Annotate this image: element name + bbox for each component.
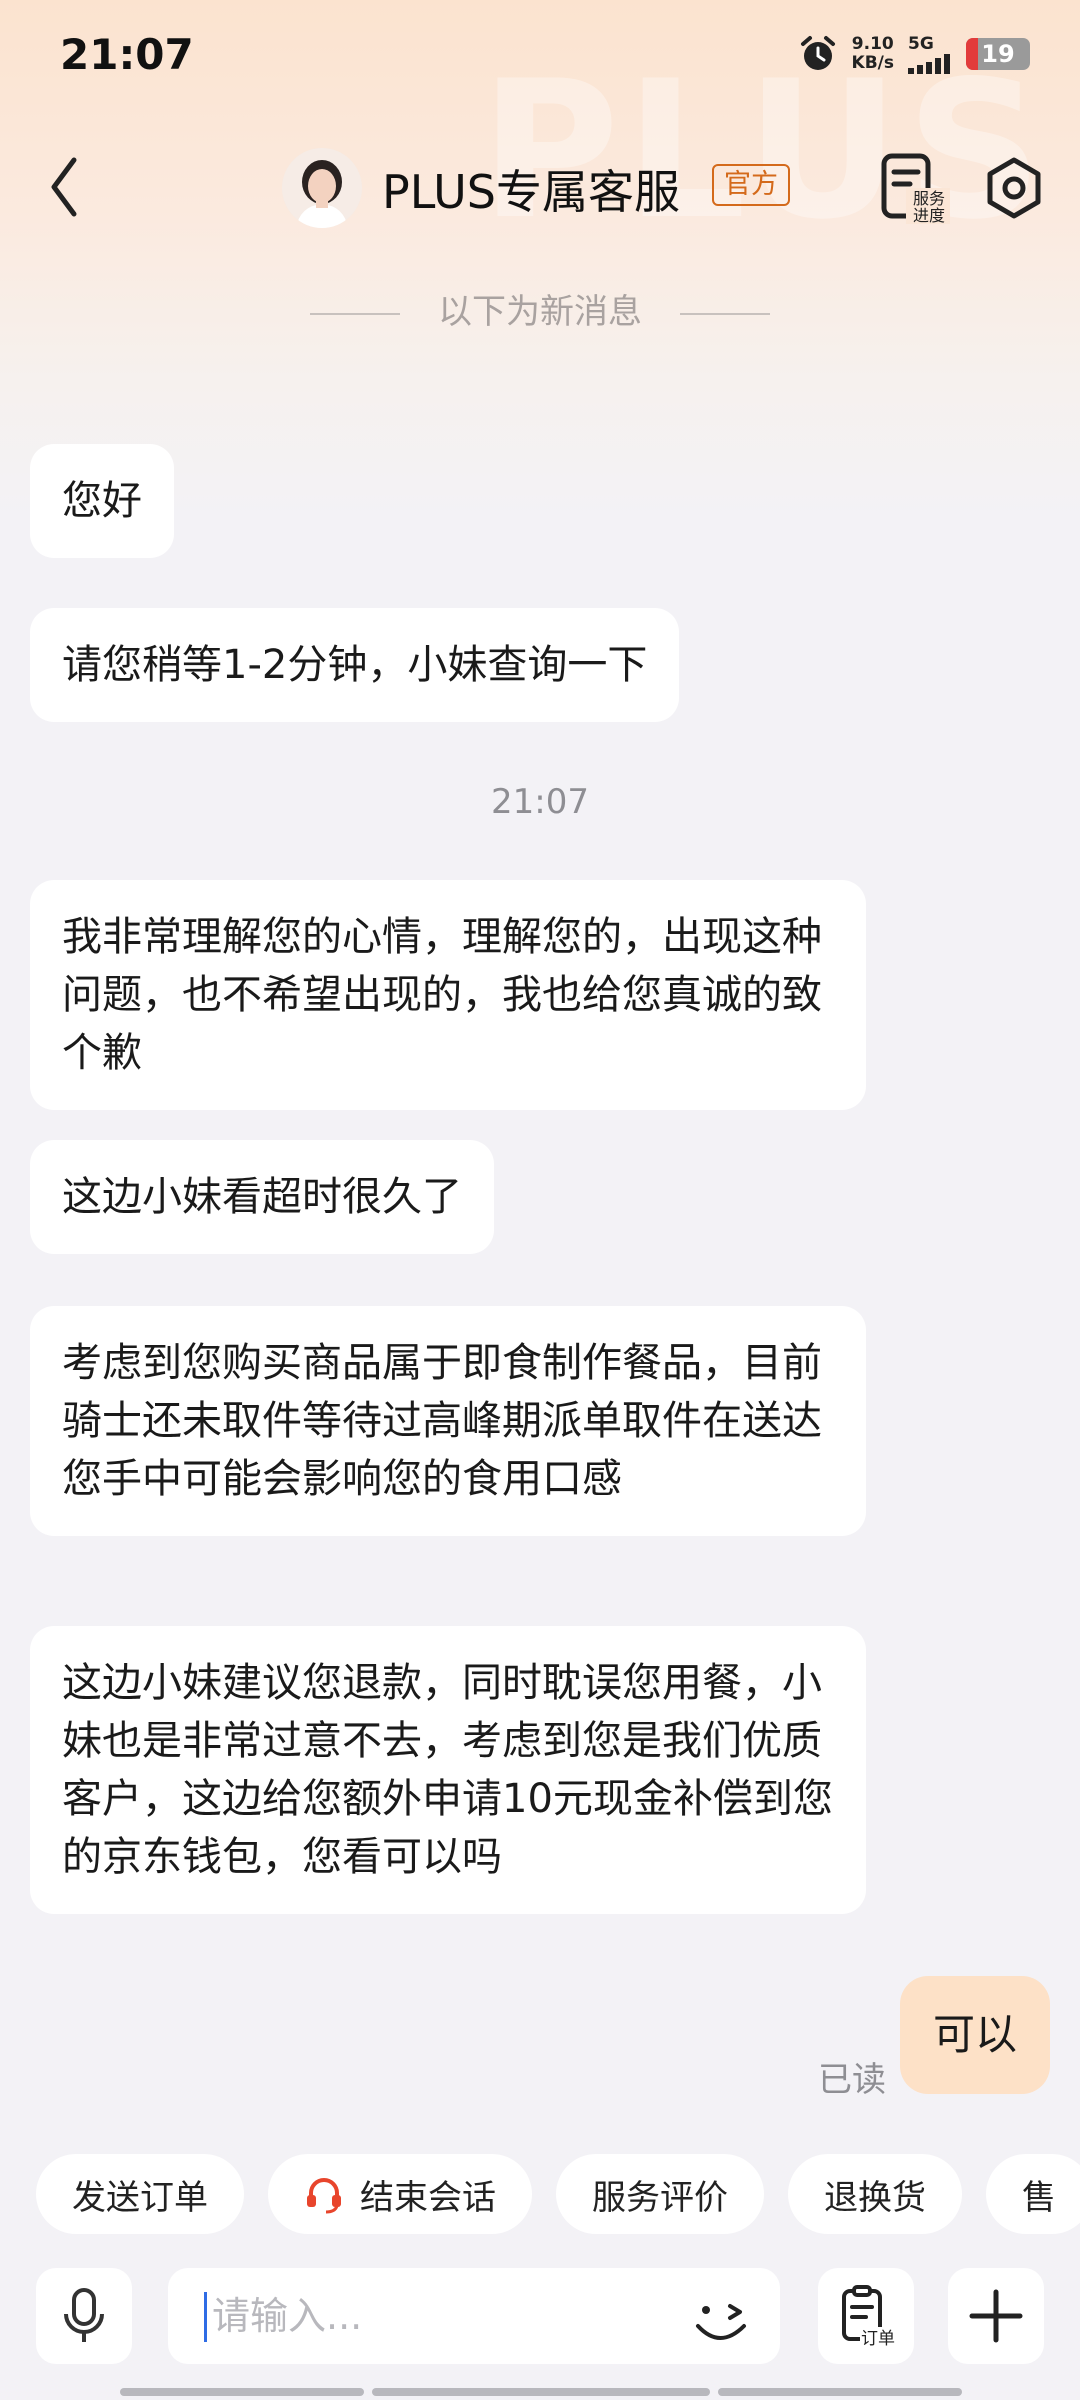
divider-line bbox=[310, 312, 400, 315]
voice-button[interactable] bbox=[36, 2268, 132, 2364]
net-speed: 9.10 KB/s bbox=[852, 35, 894, 73]
order-button[interactable]: 订单 bbox=[818, 2268, 914, 2364]
message-text: 您好 bbox=[62, 478, 142, 524]
alarm-icon bbox=[800, 36, 835, 70]
agent-message[interactable]: 考虑到您购买商品属于即食制作餐品，目前骑士还未取件等待过高峰期派单取件在送达您手… bbox=[30, 1306, 866, 1536]
send-order-chip[interactable]: 发送订单 bbox=[36, 2154, 244, 2234]
chip-label: 结束会话 bbox=[360, 2177, 496, 2218]
net-speed-value: 9.10 bbox=[851, 34, 894, 54]
return-exchange-chip[interactable]: 退换货 bbox=[788, 2154, 962, 2234]
message-text: 这边小妹看超时很久了 bbox=[62, 1174, 462, 1220]
message-input-field[interactable] bbox=[168, 2268, 780, 2364]
message-text: 我非常理解您的心情，理解您的，出现这种问题，也不希望出现的，我也给您真诚的致个歉 bbox=[62, 914, 822, 1076]
input-bar: 订单 bbox=[0, 2262, 1080, 2382]
status-bar: 21:07 9.10 KB/s 5G 19 bbox=[0, 0, 1080, 110]
emoji-icon[interactable] bbox=[692, 2288, 752, 2348]
chip-label: 退换货 bbox=[824, 2177, 926, 2218]
battery-icon: 19 bbox=[966, 38, 1030, 70]
progress-label-line2: 进度 bbox=[913, 206, 945, 224]
chat-title: PLUS专属客服 bbox=[382, 165, 680, 219]
signal-group: 5G bbox=[908, 34, 952, 74]
headset-icon bbox=[307, 2178, 341, 2214]
message-input[interactable] bbox=[210, 2282, 674, 2350]
text-caret bbox=[204, 2292, 207, 2342]
add-button[interactable] bbox=[948, 2268, 1044, 2364]
chip-label: 发送订单 bbox=[72, 2177, 208, 2218]
divider-text: 以下为新消息 bbox=[438, 292, 642, 332]
end-chat-chip[interactable]: 结束会话 bbox=[268, 2154, 532, 2234]
user-message[interactable]: 可以 bbox=[900, 1976, 1050, 2094]
agent-avatar[interactable] bbox=[282, 148, 362, 228]
plus-icon bbox=[969, 2289, 1023, 2343]
official-badge: 官方 bbox=[712, 164, 790, 206]
chat-header: PLUS专属客服 官方 服务 进度 bbox=[0, 130, 1080, 250]
message-timestamp: 21:07 bbox=[491, 782, 589, 822]
service-rating-chip[interactable]: 服务评价 bbox=[556, 2154, 764, 2234]
service-progress-icon: 服务 进度 bbox=[881, 153, 950, 225]
avatar-image bbox=[282, 148, 362, 228]
gesture-bar bbox=[718, 2388, 962, 2396]
message-text: 考虑到您购买商品属于即食制作餐品，目前骑士还未取件等待过高峰期派单取件在送达您手… bbox=[62, 1340, 822, 1502]
divider-line bbox=[680, 312, 770, 315]
settings-icon[interactable] bbox=[982, 156, 1046, 220]
agent-message[interactable]: 这边小妹建议您退款，同时耽误您用餐，小妹也是非常过意不去，考虑到您是我们优质客户… bbox=[30, 1626, 866, 1914]
agent-message[interactable]: 这边小妹看超时很久了 bbox=[30, 1140, 494, 1254]
back-icon[interactable] bbox=[40, 152, 90, 222]
chip-label: 服务评价 bbox=[592, 2177, 728, 2218]
network-type: 5G bbox=[908, 34, 934, 54]
net-speed-unit: KB/s bbox=[851, 53, 894, 73]
quick-actions: 发送订单 结束会话 服务评价 退换货 售 bbox=[36, 2154, 1080, 2234]
message-text: 请您稍等1-2分钟，小妹查询一下 bbox=[62, 642, 648, 688]
battery-level: 19 bbox=[981, 40, 1015, 68]
status-icons: 9.10 KB/s 5G 19 bbox=[798, 34, 1030, 74]
chip-label: 售 bbox=[1022, 2177, 1056, 2218]
agent-message[interactable]: 您好 bbox=[30, 444, 174, 558]
more-chip[interactable]: 售 bbox=[986, 2154, 1080, 2234]
message-text: 这边小妹建议您退款，同时耽误您用餐，小妹也是非常过意不去，考虑到您是我们优质客户… bbox=[62, 1660, 833, 1880]
order-icon: 订单 bbox=[842, 2285, 896, 2349]
order-label: 订单 bbox=[861, 2329, 895, 2349]
status-time: 21:07 bbox=[60, 30, 194, 79]
gesture-bar bbox=[372, 2388, 710, 2396]
gesture-bar bbox=[120, 2388, 364, 2396]
new-messages-divider: 以下为新消息 bbox=[0, 284, 1080, 333]
agent-message[interactable]: 我非常理解您的心情，理解您的，出现这种问题，也不希望出现的，我也给您真诚的致个歉 bbox=[30, 880, 866, 1110]
microphone-icon bbox=[64, 2288, 104, 2342]
signal-icon bbox=[908, 54, 950, 74]
message-text: 可以 bbox=[932, 2010, 1017, 2059]
agent-message[interactable]: 请您稍等1-2分钟，小妹查询一下 bbox=[30, 608, 680, 722]
service-progress-button[interactable]: 服务 进度 bbox=[880, 152, 950, 225]
read-receipt: 已读 bbox=[818, 2060, 886, 2100]
